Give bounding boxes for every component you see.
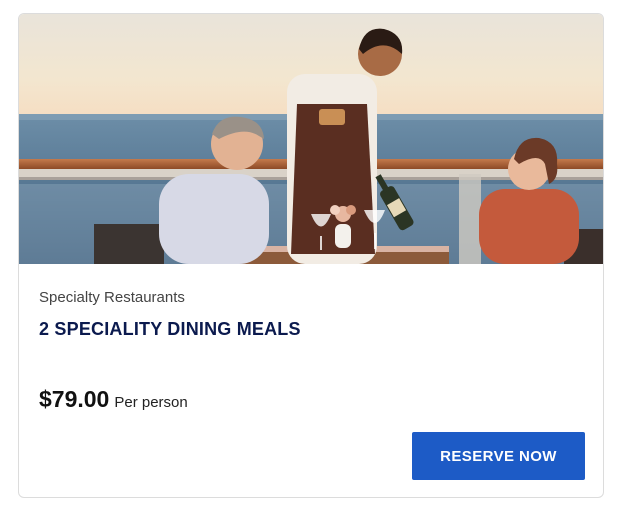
reserve-now-button[interactable]: RESERVE NOW [412,432,585,480]
price-unit: Per person [114,394,188,411]
offer-title: 2 SPECIALITY DINING MEALS [39,319,301,339]
price-row: $79.00 Per person [39,386,188,413]
price-value: $79.00 [39,386,110,412]
offer-card: Specialty Restaurants 2 SPECIALITY DININ… [18,13,604,498]
category-label: Specialty Restaurants [39,289,185,306]
hero-image [19,14,603,264]
